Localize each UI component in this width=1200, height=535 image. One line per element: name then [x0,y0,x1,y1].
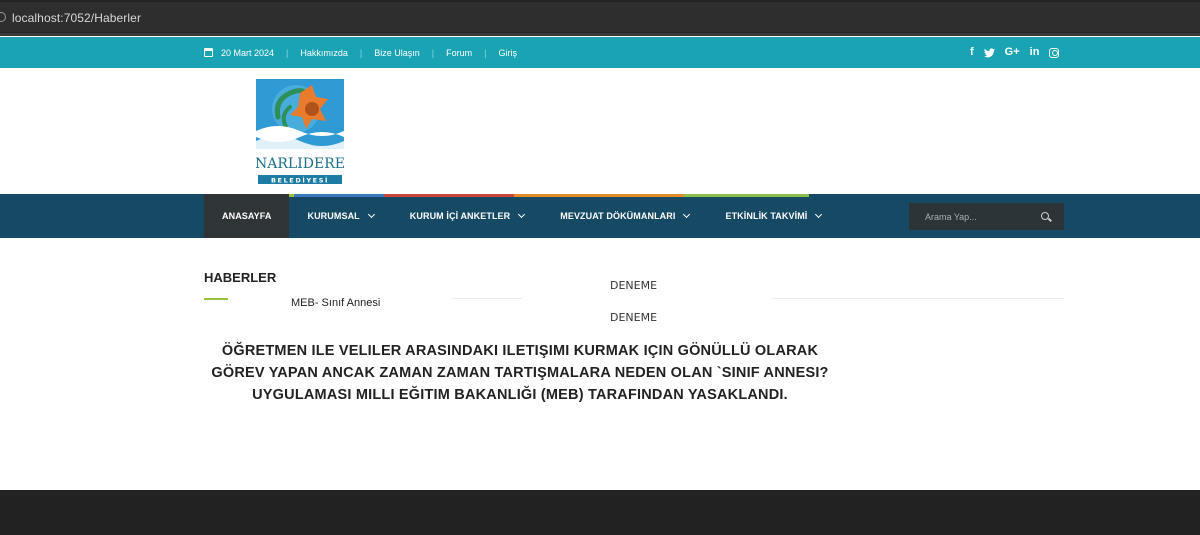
news-item-link[interactable]: MEB- Sınıf Annesi [291,297,380,309]
social-links: f G+ in [970,37,1060,68]
nav-item-corporate[interactable]: KURUMSAL [289,194,391,238]
logo-subtitle: BELEDİYESİ [271,176,329,185]
page-footer [0,490,1200,535]
address-bar[interactable]: localhost:7052/Haberler [0,2,1200,32]
search-box [909,203,1064,230]
divider-line [772,298,1064,299]
current-date: 20 Mart 2024 [221,47,275,58]
chevron-down-icon [367,210,375,219]
news-headline: ÖĞRETMEN ILE VELILER ARASINDAKI ILETIŞIM… [211,343,829,403]
google-plus-icon[interactable]: G+ [1005,47,1020,58]
search-icon[interactable] [1041,212,1049,220]
top-link-about[interactable]: Hakkımızda [300,48,348,58]
header-logo-area: NARLIDERE BELEDİYESİ [0,68,1200,194]
chevron-down-icon [683,210,691,219]
site-info-icon[interactable] [0,12,6,22]
municipality-logo[interactable]: NARLIDERE BELEDİYESİ [256,79,344,187]
title-underline [204,298,228,300]
browser-toolbar: localhost:7052/Haberler [0,0,1200,36]
top-info-bar: 20 Mart 2024 | Hakkımızda | Bize Ulaşın … [0,37,1200,68]
section-title: HABERLER [204,270,277,285]
chevron-down-icon [518,210,526,219]
linkedin-icon[interactable]: in [1030,47,1040,58]
news-tab-1[interactable]: DENEME [610,279,657,292]
chevron-down-icon [815,210,823,219]
nav-item-documents[interactable]: MEVZUAT DÖKÜMANLARI [542,194,707,238]
instagram-icon[interactable] [1049,47,1060,58]
search-input[interactable] [909,211,1029,222]
top-link-forum[interactable]: Forum [446,48,472,58]
calendar-icon [204,48,213,57]
top-link-contact[interactable]: Bize Ulaşın [374,48,420,58]
nav-menu: ANASAYFA KURUMSAL KURUM İÇİ ANKETLER MEV… [204,194,839,238]
top-links: 20 Mart 2024 | Hakkımızda | Bize Ulaşın … [204,37,517,68]
facebook-icon[interactable]: f [970,47,974,58]
nav-item-home[interactable]: ANASAYFA [204,194,290,238]
news-tab-2[interactable]: DENEME [610,311,657,324]
divider-line [452,298,522,299]
twitter-icon[interactable] [983,47,995,58]
nav-item-events[interactable]: ETKİNLİK TAKVİMİ [707,194,839,238]
top-link-login[interactable]: Giriş [498,48,517,58]
url-text[interactable]: localhost:7052/Haberler [12,11,141,25]
logo-wordmark: NARLIDERE [256,156,344,172]
nav-item-surveys[interactable]: KURUM İÇİ ANKETLER [392,194,542,238]
